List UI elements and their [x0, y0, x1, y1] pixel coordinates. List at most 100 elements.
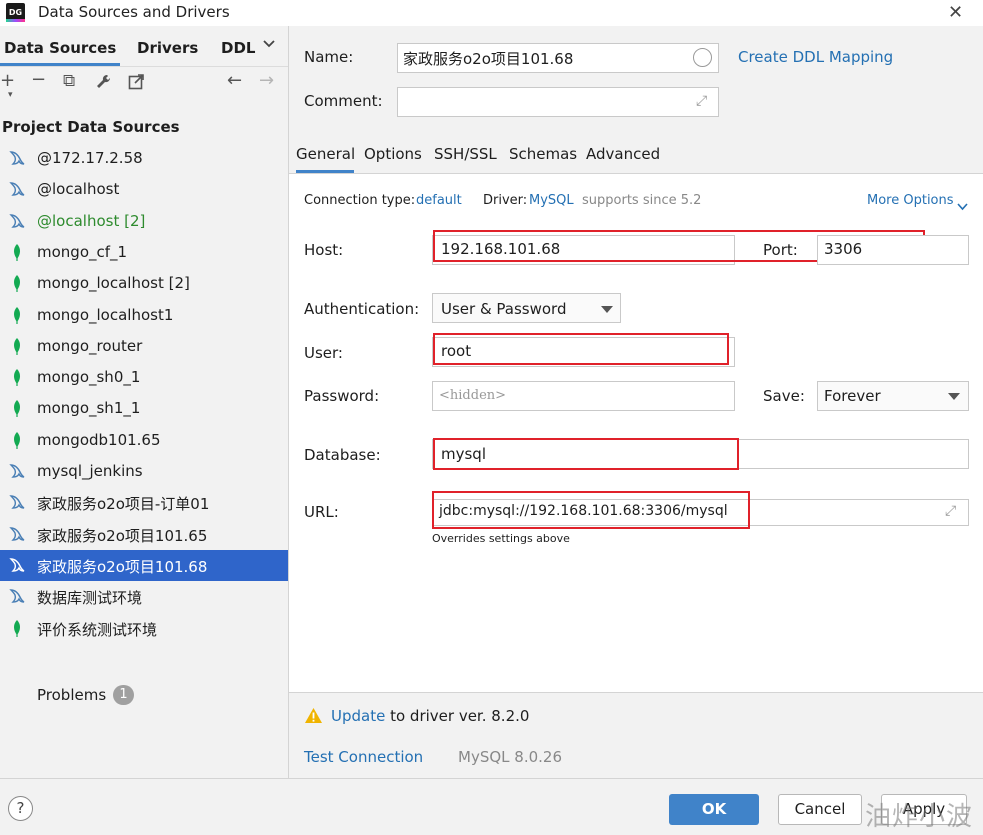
mongodb-leaf-icon: [9, 399, 25, 418]
authentication-label: Authentication:: [304, 300, 420, 318]
mysql-dolphin-icon: [9, 180, 25, 198]
data-source-label: mongo_sh1_1: [37, 399, 141, 418]
test-connection-link[interactable]: Test Connection: [304, 748, 423, 766]
create-ddl-mapping-link[interactable]: Create DDL Mapping: [738, 48, 893, 66]
data-source-label: 数据库测试环境: [37, 589, 143, 608]
mysql-dolphin-icon: [9, 462, 25, 480]
expand-icon[interactable]: ⤢: [696, 93, 707, 109]
data-source-item[interactable]: mongo_sh1_1: [0, 393, 288, 424]
password-placeholder: <hidden>: [439, 388, 507, 403]
database-value: mysql: [441, 445, 486, 463]
host-label: Host:: [304, 241, 344, 259]
tab-ssh-ssl[interactable]: SSH/SSL: [434, 145, 497, 163]
data-source-label: @localhost [2]: [37, 211, 146, 230]
add-icon[interactable]: +: [0, 70, 15, 91]
url-value: jdbc:mysql://192.168.101.68:3306/mysql: [439, 503, 728, 519]
data-source-item[interactable]: mongo_sh0_1: [0, 362, 288, 393]
problems-count-badge: 1: [113, 685, 134, 705]
mysql-dolphin-icon: [9, 556, 25, 574]
driver-update-notice: Update to driver ver. 8.2.0: [331, 707, 529, 725]
mongodb-leaf-icon: [9, 619, 25, 637]
forward-arrow-icon[interactable]: →: [259, 70, 274, 91]
ok-button[interactable]: OK: [669, 794, 759, 825]
data-source-item[interactable]: 评价系统测试环境: [0, 613, 288, 644]
dropdown-arrow-icon[interactable]: [601, 306, 613, 313]
color-circle-icon[interactable]: [693, 48, 712, 67]
data-source-item[interactable]: mongodb101.65: [0, 425, 288, 456]
user-label: User:: [304, 344, 343, 362]
data-source-item[interactable]: @172.17.2.58: [0, 143, 288, 174]
back-arrow-icon[interactable]: ←: [227, 70, 242, 91]
data-source-item[interactable]: mongo_localhost1: [0, 300, 288, 331]
close-icon[interactable]: ✕: [948, 2, 963, 23]
tab-separator: [0, 66, 288, 67]
connection-type-value[interactable]: default: [416, 193, 462, 208]
data-source-label: mongo_router: [37, 336, 143, 355]
data-source-label: 家政服务o2o项目101.68: [37, 557, 208, 576]
connection-type-label: Connection type:: [304, 193, 416, 208]
host-value: 192.168.101.68: [441, 240, 561, 258]
wrench-icon[interactable]: [95, 73, 113, 95]
data-source-label: @172.17.2.58: [37, 149, 143, 167]
tab-schemas[interactable]: Schemas: [509, 145, 577, 163]
chevron-down-icon[interactable]: [957, 196, 968, 215]
help-button[interactable]: ?: [8, 796, 33, 821]
update-link[interactable]: Update: [331, 707, 385, 725]
tab-drivers[interactable]: Drivers: [137, 39, 198, 57]
mongodb-leaf-icon: [9, 274, 25, 293]
data-source-item[interactable]: mysql_jenkins: [0, 456, 288, 487]
save-value: Forever: [824, 387, 881, 405]
datagrip-logo-icon: DG: [6, 3, 25, 22]
tab-ddl[interactable]: DDL: [221, 39, 255, 57]
data-source-item[interactable]: @localhost: [0, 174, 288, 205]
data-source-item[interactable]: mongo_router: [0, 331, 288, 362]
driver-label: Driver:: [483, 193, 528, 208]
cancel-button[interactable]: Cancel: [778, 794, 862, 825]
problems-label[interactable]: Problems: [37, 686, 106, 704]
mongodb-leaf-icon: [9, 368, 25, 387]
mongodb-leaf-icon: [9, 431, 25, 449]
tab-advanced[interactable]: Advanced: [586, 145, 660, 163]
update-message: to driver ver. 8.2.0: [385, 707, 530, 725]
tab-general[interactable]: General: [296, 145, 355, 163]
mongodb-leaf-icon: [9, 337, 25, 355]
jump-to-source-icon[interactable]: [128, 73, 145, 94]
tab-options[interactable]: Options: [364, 145, 422, 163]
name-label: Name:: [304, 48, 354, 66]
database-label: Database:: [304, 446, 381, 464]
mongodb-leaf-icon: [9, 306, 25, 324]
port-label: Port:: [763, 241, 798, 259]
data-source-item[interactable]: mongo_localhost [2]: [0, 268, 288, 299]
copy-icon[interactable]: ⧉: [63, 71, 75, 91]
data-source-item[interactable]: 家政服务o2o项目101.68: [0, 549, 288, 581]
data-source-label: mysql_jenkins: [37, 462, 143, 480]
server-version-label: MySQL 8.0.26: [458, 748, 562, 766]
chevron-down-icon[interactable]: [262, 37, 276, 55]
section-separator: [289, 692, 983, 693]
data-source-item[interactable]: 数据库测试环境: [0, 581, 288, 612]
driver-link[interactable]: MySQL: [529, 193, 574, 208]
comment-input[interactable]: [397, 87, 719, 117]
url-label: URL:: [304, 503, 339, 521]
user-value: root: [441, 342, 472, 360]
data-source-item[interactable]: 家政服务o2o项目101.65: [0, 519, 288, 550]
data-source-label: 家政服务o2o项目101.65: [37, 526, 208, 545]
expand-icon[interactable]: ⤢: [945, 503, 956, 519]
add-dropdown-icon[interactable]: ▾: [8, 90, 13, 100]
more-options-link[interactable]: More Options: [867, 193, 954, 208]
driver-support-note: supports since 5.2: [582, 193, 702, 208]
mysql-dolphin-icon: [9, 149, 25, 167]
dropdown-arrow-icon[interactable]: [948, 393, 960, 400]
mysql-dolphin-icon: [9, 493, 25, 511]
remove-icon[interactable]: −: [31, 69, 46, 90]
authentication-value: User & Password: [441, 300, 567, 318]
name-input-value: 家政服务o2o项目101.68: [403, 50, 574, 68]
mysql-dolphin-icon: [9, 587, 25, 605]
data-source-label: @localhost: [37, 180, 120, 199]
data-source-item[interactable]: @localhost [2]: [0, 206, 288, 237]
data-source-item[interactable]: 家政服务o2o项目-订单01: [0, 487, 288, 518]
data-source-item[interactable]: mongo_cf_1: [0, 237, 288, 268]
data-source-label: mongo_cf_1: [37, 242, 128, 261]
tab-data-sources[interactable]: Data Sources: [4, 39, 116, 57]
window-title: Data Sources and Drivers: [38, 3, 230, 21]
